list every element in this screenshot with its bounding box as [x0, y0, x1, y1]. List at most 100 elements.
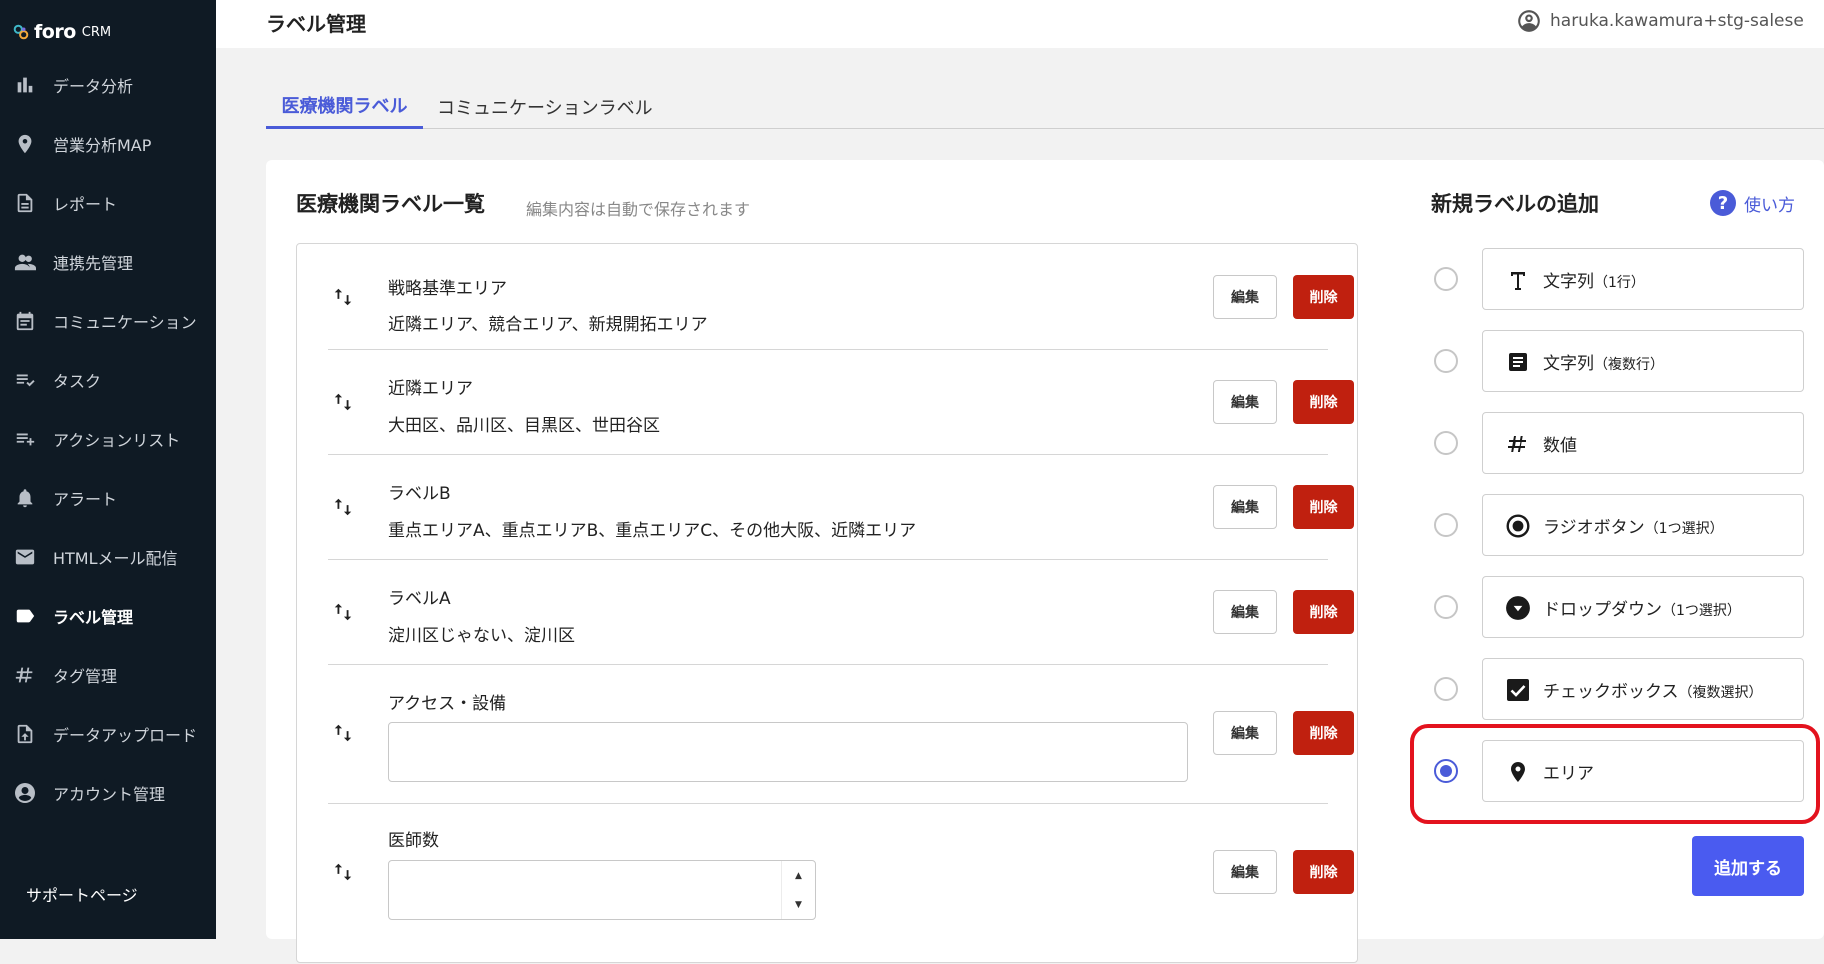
- sidebar-item-partners[interactable]: 連携先管理: [0, 237, 216, 287]
- document-icon: [12, 190, 38, 216]
- sidebar-item-sales-map[interactable]: 営業分析MAP: [0, 119, 216, 169]
- sort-arrows-icon[interactable]: [332, 601, 354, 623]
- type-radio-dropdown[interactable]: [1434, 595, 1458, 619]
- sort-arrows-icon[interactable]: [332, 286, 354, 308]
- people-icon: [12, 249, 38, 275]
- playlist-add-icon: [12, 426, 38, 452]
- edit-button[interactable]: 編集: [1213, 590, 1277, 634]
- sort-arrows-icon[interactable]: [332, 861, 354, 883]
- label-list: 戦略基準エリア 近隣エリア、競合エリア、新規開拓エリア 編集 削除 近隣エリア …: [296, 243, 1358, 963]
- edit-button[interactable]: 編集: [1213, 380, 1277, 424]
- list-title: 医療機関ラベル一覧: [296, 192, 485, 216]
- type-option-dropdown[interactable]: ドロップダウン（1つ選択）: [1482, 576, 1804, 638]
- sidebar-item-label: コミュニケーション: [53, 313, 197, 332]
- bell-icon: [12, 485, 38, 511]
- delete-button[interactable]: 削除: [1293, 275, 1354, 319]
- label-values: 淀川区じゃない、淀川区: [388, 626, 575, 646]
- type-option-text-multi[interactable]: 文字列（複数行）: [1482, 330, 1804, 392]
- edit-button[interactable]: 編集: [1213, 850, 1277, 894]
- list-item: 医師数 ▲ ▼ 編集 削除: [328, 804, 1354, 964]
- type-option-number[interactable]: 数値: [1482, 412, 1804, 474]
- top-header: ラベル管理 haruka.kawamura+stg-salese: [216, 0, 1824, 48]
- sidebar-item-alert[interactable]: アラート: [0, 473, 216, 523]
- sidebar: foro CRM データ分析 営業分析MAP レポート 連携先管理 コミュニケー…: [0, 0, 216, 939]
- type-option-label: チェックボックス（複数選択）: [1543, 682, 1763, 702]
- sort-arrows-icon[interactable]: [332, 391, 354, 413]
- sidebar-item-label: アカウント管理: [53, 785, 166, 804]
- sidebar-item-communication[interactable]: コミュニケーション: [0, 296, 216, 346]
- type-radio-text-single[interactable]: [1434, 267, 1458, 291]
- tab-communication-labels[interactable]: コミュニケーションラベル: [437, 84, 653, 129]
- label-name: 戦略基準エリア: [388, 279, 507, 299]
- sidebar-item-label: レポート: [53, 195, 118, 214]
- notes-icon: [1505, 349, 1531, 375]
- sidebar-item-task[interactable]: タスク: [0, 355, 216, 405]
- delete-button[interactable]: 削除: [1293, 380, 1354, 424]
- label-values: 大田区、品川区、目黒区、世田谷区: [388, 416, 660, 436]
- delete-button[interactable]: 削除: [1293, 850, 1354, 894]
- account-circle-icon: [12, 780, 38, 806]
- sidebar-item-account[interactable]: アカウント管理: [0, 768, 216, 818]
- sidebar-item-label: アクションリスト: [53, 431, 181, 450]
- map-pin-icon: [12, 131, 38, 157]
- hash-icon: [1505, 431, 1531, 457]
- number-stepper[interactable]: ▲ ▼: [781, 861, 815, 919]
- support-page-link[interactable]: サポートページ: [26, 882, 138, 906]
- sidebar-item-label-management[interactable]: ラベル管理: [0, 591, 216, 641]
- type-option-label: 文字列（1行）: [1543, 272, 1645, 292]
- type-option-label: 文字列（複数行）: [1543, 354, 1664, 374]
- sidebar-item-label: ラベル管理: [53, 608, 134, 627]
- delete-button[interactable]: 削除: [1293, 711, 1354, 755]
- sort-arrows-icon[interactable]: [332, 722, 354, 744]
- type-option-text-single[interactable]: 文字列（1行）: [1482, 248, 1804, 310]
- sidebar-item-label: データアップロード: [53, 726, 198, 745]
- sidebar-item-action-list[interactable]: アクションリスト: [0, 414, 216, 464]
- type-radio-checkbox[interactable]: [1434, 677, 1458, 701]
- selection-highlight-annotation: [1410, 724, 1820, 824]
- text-input[interactable]: [388, 722, 1188, 782]
- tab-medical-institution-labels[interactable]: 医療機関ラベル: [266, 84, 423, 129]
- dropdown-circle-icon: [1505, 595, 1531, 621]
- type-radio-text-multi[interactable]: [1434, 349, 1458, 373]
- type-option-radio[interactable]: ラジオボタン（1つ選択）: [1482, 494, 1804, 556]
- radio-icon: [1505, 513, 1531, 539]
- edit-button[interactable]: 編集: [1213, 485, 1277, 529]
- label-tabs: 医療機関ラベル コミュニケーションラベル: [266, 84, 1824, 129]
- logo: foro CRM: [12, 18, 111, 46]
- sidebar-item-tag-management[interactable]: タグ管理: [0, 650, 216, 700]
- bar-chart-icon: [12, 72, 38, 98]
- help-link[interactable]: ? 使い方: [1710, 190, 1795, 216]
- delete-button[interactable]: 削除: [1293, 590, 1354, 634]
- type-option-label: 数値: [1543, 436, 1577, 456]
- sidebar-item-label: データ分析: [53, 77, 134, 96]
- checkbox-icon: [1505, 677, 1531, 703]
- sidebar-item-label: タグ管理: [53, 667, 118, 686]
- type-radio-number[interactable]: [1434, 431, 1458, 455]
- sidebar-item-report[interactable]: レポート: [0, 178, 216, 228]
- sidebar-item-html-mail[interactable]: HTMLメール配信: [0, 532, 216, 582]
- label-name: 医師数: [388, 831, 439, 851]
- user-menu[interactable]: haruka.kawamura+stg-salese: [1516, 8, 1804, 34]
- add-label-button[interactable]: 追加する: [1692, 836, 1804, 896]
- type-radio-radio[interactable]: [1434, 513, 1458, 537]
- number-input[interactable]: ▲ ▼: [388, 860, 816, 920]
- page-title: ラベル管理: [266, 12, 366, 36]
- hash-icon: [12, 662, 38, 688]
- type-option-label: ドロップダウン（1つ選択）: [1543, 600, 1741, 620]
- sidebar-item-label: 営業分析MAP: [53, 136, 152, 155]
- sidebar-item-data-analysis[interactable]: データ分析: [0, 60, 216, 110]
- list-item: アクセス・設備 編集 削除: [328, 665, 1354, 804]
- brand-name: foro: [34, 21, 76, 43]
- label-name: ラベルB: [388, 484, 451, 504]
- type-option-checkbox[interactable]: チェックボックス（複数選択）: [1482, 658, 1804, 720]
- increment-icon[interactable]: ▲: [795, 871, 802, 881]
- edit-button[interactable]: 編集: [1213, 711, 1277, 755]
- edit-button[interactable]: 編集: [1213, 275, 1277, 319]
- sort-arrows-icon[interactable]: [332, 496, 354, 518]
- account-circle-icon: [1518, 10, 1540, 32]
- decrement-icon[interactable]: ▼: [795, 900, 802, 910]
- delete-button[interactable]: 削除: [1293, 485, 1354, 529]
- list-item: ラベルA 淀川区じゃない、淀川区 編集 削除: [328, 560, 1354, 665]
- sidebar-item-data-upload[interactable]: データアップロード: [0, 709, 216, 759]
- sidebar-item-label: 連携先管理: [53, 254, 134, 273]
